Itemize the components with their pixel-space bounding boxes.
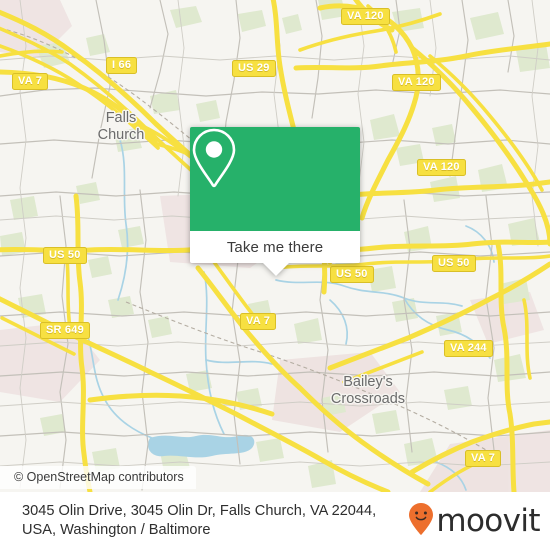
road-shield-sr-649: SR 649 [40,322,90,339]
road-shield-va-7-northwest: VA 7 [12,73,49,90]
popup-tail [263,263,289,276]
road-shield-us-50-center: US 50 [330,266,374,283]
osm-attribution[interactable]: © OpenStreetMap contributors [0,466,196,489]
road-shield-us-29: US 29 [232,60,276,77]
moovit-brand[interactable]: moovit [408,502,541,541]
place-label-falls-church: Falls Church [97,110,145,143]
place-label-baileys-crossroads: Bailey's Crossroads [330,374,406,407]
road-shield-va-120-east: VA 120 [392,74,441,91]
map-screenshot: .mjr{stroke:#f7e041;stroke-width:5;fill:… [0,0,550,550]
footer-bar: 3045 Olin Drive, 3045 Olin Dr, Falls Chu… [0,492,550,550]
map-canvas[interactable]: .mjr{stroke:#f7e041;stroke-width:5;fill:… [0,0,550,492]
take-me-there-label: Take me there [226,238,324,256]
road-shield-va-120-mid: VA 120 [417,159,466,176]
road-shield-i-66: I 66 [106,57,138,74]
moovit-wordmark: moovit [436,502,540,539]
take-me-there-popup[interactable]: Take me there [190,127,360,276]
moovit-pin-smile-icon [408,502,434,541]
road-shield-va-244: VA 244 [444,340,493,357]
road-shield-us-50-east: US 50 [432,255,476,272]
popup-footer[interactable]: Take me there [190,231,360,276]
address-title: 3045 Olin Drive, 3045 Olin Dr, Falls Chu… [22,503,377,538]
road-shield-us-50-west: US 50 [43,247,87,264]
road-shield-va-120-north: VA 120 [341,8,390,25]
road-shield-va-7-center: VA 7 [240,313,277,330]
popup-header [190,127,360,231]
road-shield-va-7-southeast: VA 7 [465,450,502,467]
